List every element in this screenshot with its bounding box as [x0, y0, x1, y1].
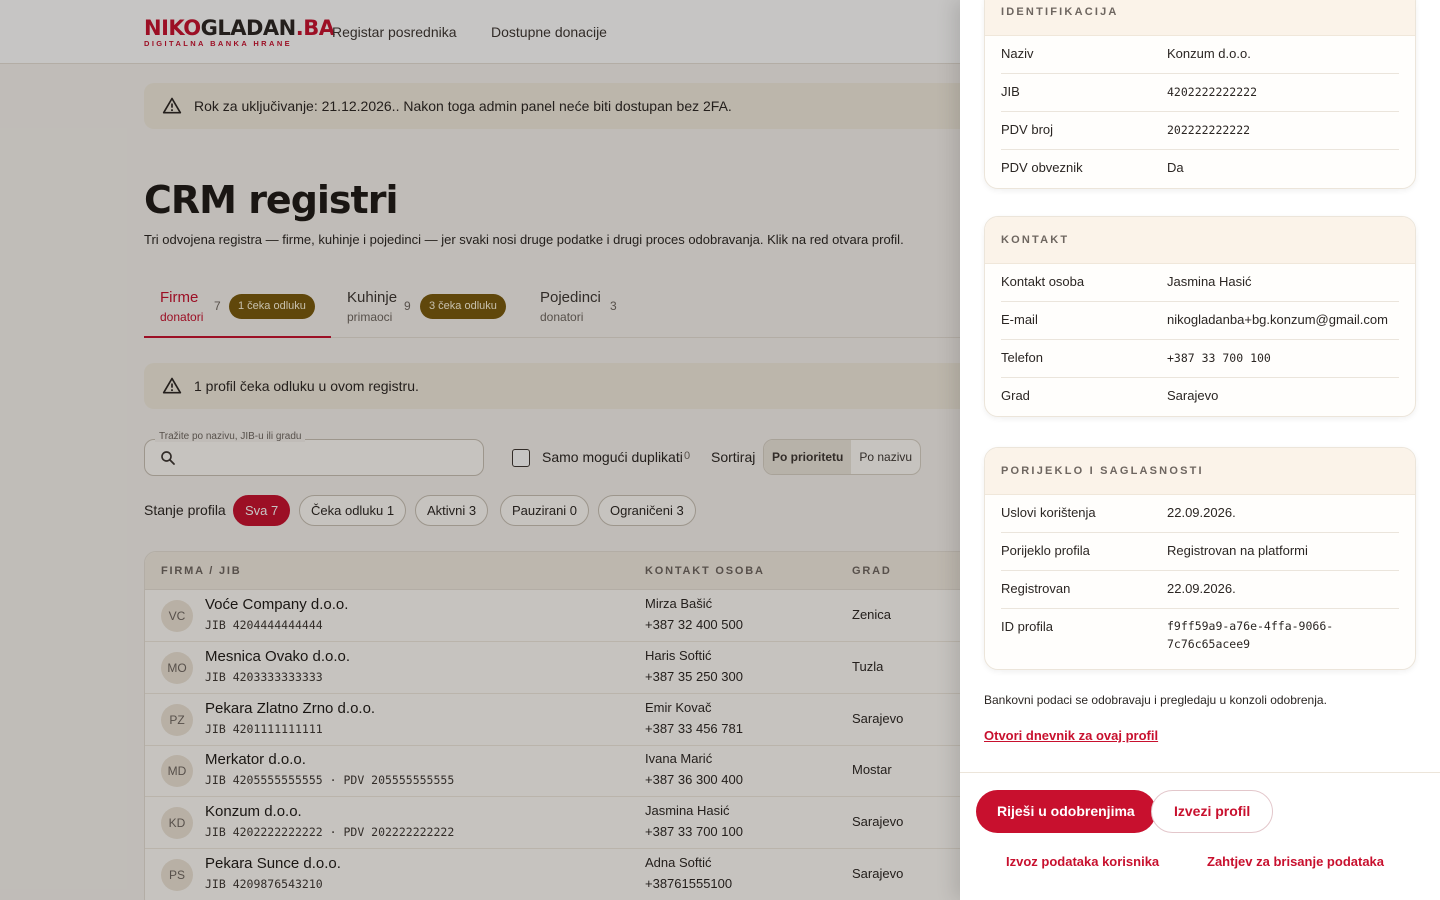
field-row: ID profila f9ff59a9-a76e-4ffa-9066-7c76c6…	[1001, 609, 1399, 669]
field-label: ID profila	[1001, 619, 1054, 634]
field-value: Registrovan na platformi	[1167, 543, 1308, 558]
field-row: PDV broj 202222222222	[1001, 112, 1399, 150]
field-row: Kontakt osoba Jasmina Hasić	[1001, 264, 1399, 302]
resolve-in-approvals-button[interactable]: Riješi u odobrenjima	[976, 790, 1156, 833]
field-row: Telefon +387 33 700 100	[1001, 340, 1399, 378]
field-label: Kontakt osoba	[1001, 274, 1085, 289]
field-label: PDV broj	[1001, 122, 1054, 137]
field-label: Porijeklo profila	[1001, 543, 1090, 558]
field-value: Da	[1167, 160, 1184, 175]
field-label: Grad	[1001, 388, 1030, 403]
section-title: PORIJEKLO I SAGLASNOSTI	[985, 448, 1415, 495]
section-porijeklo: PORIJEKLO I SAGLASNOSTI Uslovi korištenj…	[984, 447, 1416, 670]
modal-backdrop[interactable]	[0, 0, 960, 900]
field-value: nikogladanba+bg.konzum@gmail.com	[1167, 312, 1388, 327]
field-row: PDV obveznik Da	[1001, 150, 1399, 188]
field-label: Uslovi korištenja	[1001, 505, 1096, 520]
field-value: +387 33 700 100	[1167, 351, 1271, 365]
field-row: Naziv Konzum d.o.o.	[1001, 36, 1399, 74]
field-row: Porijeklo profila Registrovan na platform…	[1001, 533, 1399, 571]
field-label: Telefon	[1001, 350, 1043, 365]
export-profile-button[interactable]: Izvezi profil	[1151, 790, 1274, 833]
field-row: E-mail nikogladanba+bg.konzum@gmail.com	[1001, 302, 1399, 340]
field-value: 22.09.2026.	[1167, 581, 1236, 596]
field-value: Sarajevo	[1167, 388, 1219, 403]
field-label: Registrovan	[1001, 581, 1071, 596]
section-title: IDENTIFIKACIJA	[985, 0, 1415, 36]
field-row: Grad Sarajevo	[1001, 378, 1399, 416]
field-row: JIB 4202222222222	[1001, 74, 1399, 112]
bank-data-note: Bankovni podaci se odobravaju i pregleda…	[984, 693, 1327, 707]
field-label: E-mail	[1001, 312, 1038, 327]
drawer-actions: Riješi u odobrenjima Izvezi profil Izvoz…	[960, 772, 1440, 900]
field-row: Uslovi korištenja 22.09.2026.	[1001, 495, 1399, 533]
field-value: 202222222222	[1167, 123, 1251, 137]
field-value: f9ff59a9-a76e-4ffa-9066-7c76c65acee9	[1167, 619, 1334, 651]
open-log-link[interactable]: Otvori dnevnik za ovaj profil	[984, 728, 1158, 743]
field-value: 22.09.2026.	[1167, 505, 1236, 520]
field-label: PDV obveznik	[1001, 160, 1083, 175]
field-row: Registrovan 22.09.2026.	[1001, 571, 1399, 609]
profile-drawer: IDENTIFIKACIJA Naziv Konzum d.o.o. JIB 4202…	[960, 0, 1440, 900]
section-identifikacija: IDENTIFIKACIJA Naziv Konzum d.o.o. JIB 4202…	[984, 0, 1416, 189]
export-user-data-button[interactable]: Izvoz podataka korisnika	[1006, 854, 1159, 869]
delete-data-request-button[interactable]: Zahtjev za brisanje podataka	[1207, 854, 1384, 869]
field-label: Naziv	[1001, 46, 1034, 61]
field-value: Jasmina Hasić	[1167, 274, 1252, 289]
field-value: Konzum d.o.o.	[1167, 46, 1251, 61]
field-value: 4202222222222	[1167, 85, 1258, 99]
field-label: JIB	[1001, 84, 1020, 99]
section-kontakt: KONTAKT Kontakt osoba Jasmina Hasić E-mail…	[984, 216, 1416, 417]
section-title: KONTAKT	[985, 217, 1415, 264]
